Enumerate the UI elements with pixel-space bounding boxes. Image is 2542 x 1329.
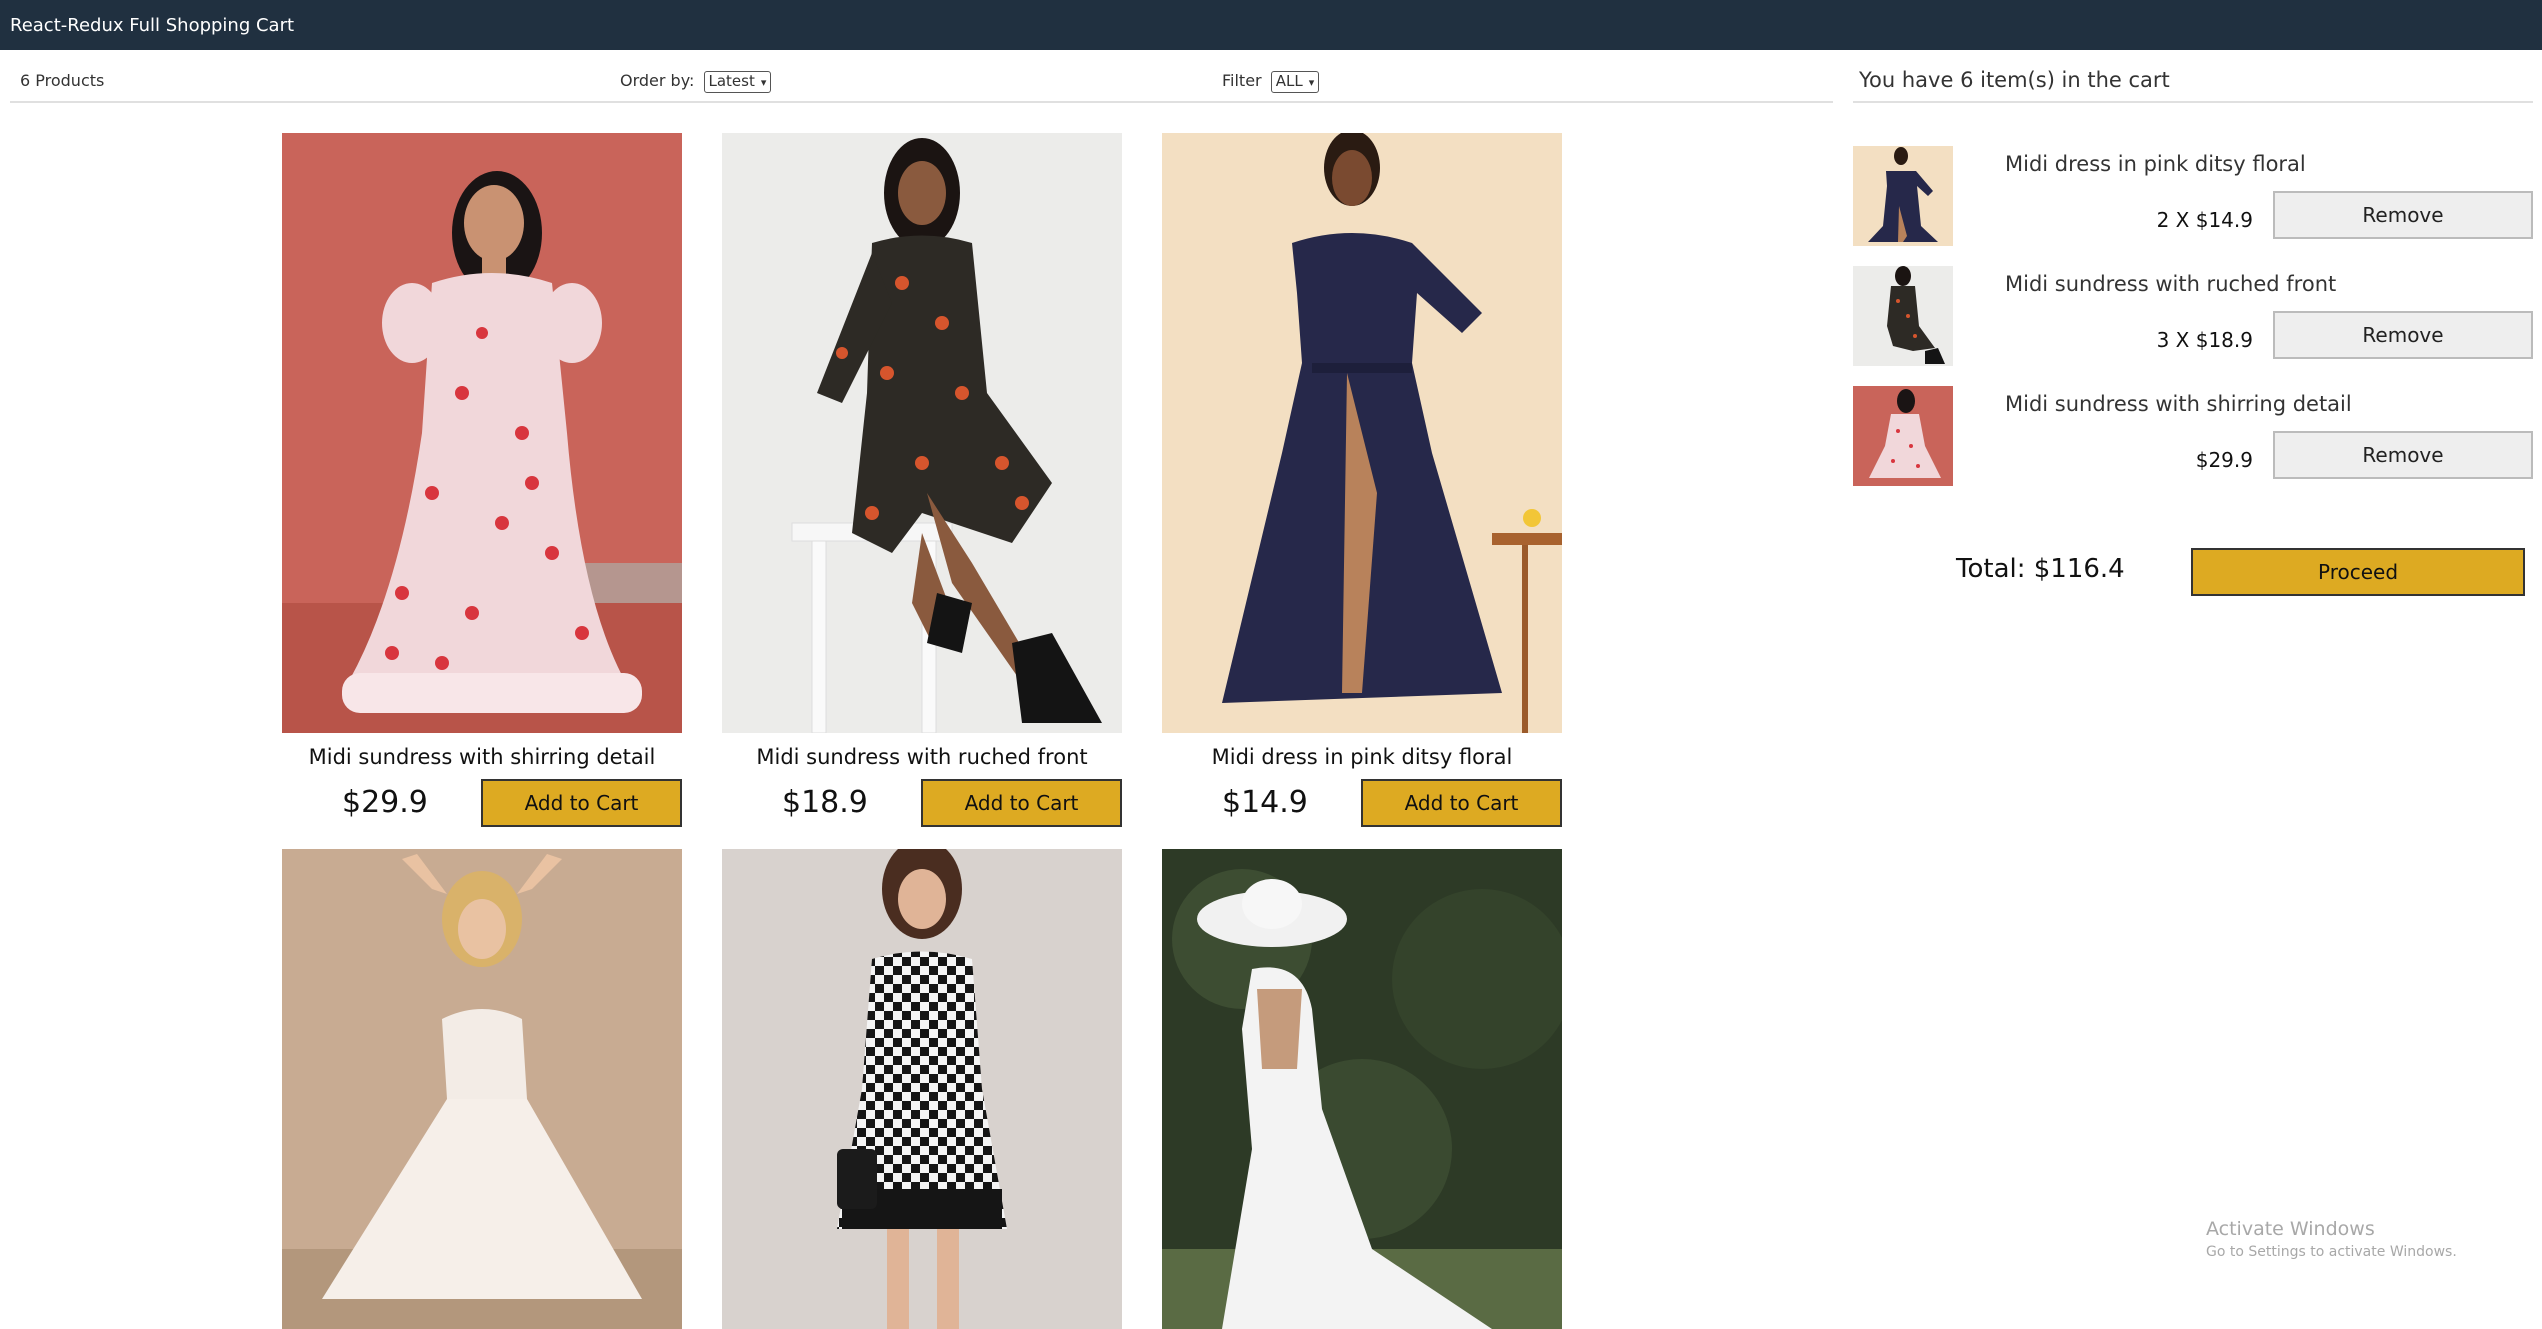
filter-control: Filter ALL ▾: [1222, 71, 1320, 93]
add-to-cart-button[interactable]: Add to Cart: [481, 779, 682, 827]
product-card: [722, 849, 1122, 1329]
cart-item-quantity-price: 3 X $18.9: [2156, 328, 2253, 352]
filter-label: Filter: [1222, 71, 1262, 90]
filter-select-value: ALL: [1275, 72, 1303, 90]
cart-item-quantity-price: $29.9: [2195, 448, 2253, 472]
cart-item: Midi sundress with shirring detail $29.9…: [1853, 386, 2533, 486]
cart-item-thumbnail: [1853, 266, 1953, 366]
product-price: $29.9: [342, 785, 428, 820]
product-price: $18.9: [782, 785, 868, 820]
product-name[interactable]: Midi sundress with shirring detail: [282, 745, 682, 769]
proceed-button[interactable]: Proceed: [2191, 548, 2525, 596]
order-select-value: Latest: [708, 72, 755, 90]
watermark-subtitle: Go to Settings to activate Windows.: [2206, 1244, 2457, 1260]
product-price: $14.9: [1222, 785, 1308, 820]
remove-button[interactable]: Remove: [2273, 311, 2533, 359]
product-name[interactable]: Midi sundress with ruched front: [722, 745, 1122, 769]
product-card: [282, 849, 682, 1329]
filter-bar: 6 Products Order by: Latest ▾ Filter ALL ▾: [10, 60, 1833, 103]
order-select[interactable]: Latest ▾: [703, 71, 772, 93]
product-image[interactable]: [1162, 849, 1562, 1329]
product-image[interactable]: [282, 849, 682, 1329]
cart-item-title: Midi dress in pink ditsy floral: [2005, 152, 2306, 176]
product-image[interactable]: [282, 133, 682, 733]
watermark-title: Activate Windows: [2206, 1218, 2375, 1240]
activate-windows-watermark: Activate Windows Go to Settings to activ…: [2206, 1218, 2457, 1260]
cart-item: Midi dress in pink ditsy floral 2 X $14.…: [1853, 146, 2533, 246]
cart-item-quantity-price: 2 X $14.9: [2156, 208, 2253, 232]
app-title[interactable]: React-Redux Full Shopping Cart: [10, 15, 294, 36]
order-control: Order by: Latest ▾: [620, 71, 772, 93]
add-to-cart-button[interactable]: Add to Cart: [921, 779, 1122, 827]
product-image[interactable]: [722, 849, 1122, 1329]
cart-item: Midi sundress with ruched front 3 X $18.…: [1853, 266, 2533, 366]
add-to-cart-button[interactable]: Add to Cart: [1361, 779, 1562, 827]
cart-header: You have 6 item(s) in the cart: [1853, 60, 2533, 103]
cart-item-thumbnail: [1853, 146, 1953, 246]
product-name[interactable]: Midi dress in pink ditsy floral: [1162, 745, 1562, 769]
remove-button[interactable]: Remove: [2273, 431, 2533, 479]
cart-total: Total: $116.4: [1956, 554, 2125, 584]
product-image[interactable]: [722, 133, 1122, 733]
remove-button[interactable]: Remove: [2273, 191, 2533, 239]
cart-item-thumbnail: [1853, 386, 1953, 486]
product-card: Midi sundress with shirring detail $29.9…: [282, 133, 682, 827]
product-card: Midi dress in pink ditsy floral $14.9 Ad…: [1162, 133, 1562, 827]
product-image[interactable]: [1162, 133, 1562, 733]
app-header: React-Redux Full Shopping Cart: [0, 0, 2542, 50]
cart-item-title: Midi sundress with ruched front: [2005, 272, 2337, 296]
filter-select[interactable]: ALL ▾: [1270, 71, 1320, 93]
cart-item-title: Midi sundress with shirring detail: [2005, 392, 2352, 416]
chevron-down-icon: ▾: [760, 76, 767, 89]
cart-panel: You have 6 item(s) in the cart Midi dres…: [1853, 60, 2533, 596]
order-label: Order by:: [620, 71, 695, 90]
product-card: Midi sundress with ruched front $18.9 Ad…: [722, 133, 1122, 827]
product-count: 6 Products: [20, 71, 105, 90]
chevron-down-icon: ▾: [1308, 76, 1315, 89]
product-card: [1162, 849, 1562, 1329]
